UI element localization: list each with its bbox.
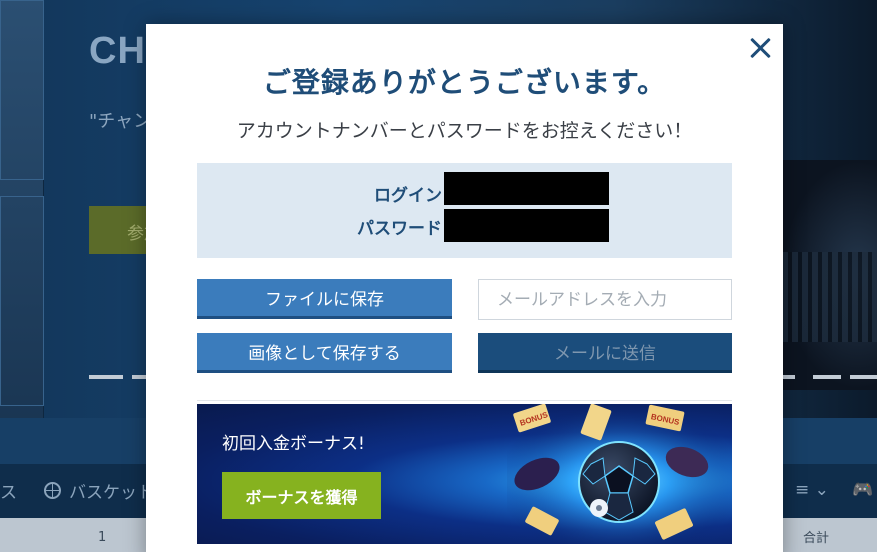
save-as-image-button[interactable]: 画像として保存する: [197, 333, 452, 373]
get-bonus-button[interactable]: ボーナスを獲得: [222, 472, 381, 519]
sports-nav-item-basketball[interactable]: バスケット: [44, 478, 154, 503]
login-value-redacted: [444, 172, 609, 205]
close-icon[interactable]: [748, 36, 772, 60]
gamepad-icon[interactable]: 🎮: [852, 480, 873, 500]
hero-side-frame-top: [0, 0, 44, 180]
slider-dot[interactable]: [89, 375, 123, 379]
hero-car-grille: [782, 252, 877, 342]
basketball-icon: [44, 482, 61, 499]
soccer-ball-illustration: BONUS BONUS: [507, 404, 732, 544]
send-email-button[interactable]: メールに送信: [478, 333, 732, 373]
divider: [197, 400, 732, 401]
slider-dot[interactable]: [813, 375, 841, 379]
password-value-redacted: [444, 209, 609, 242]
table-column-number: 1: [98, 530, 107, 545]
save-to-file-button[interactable]: ファイルに保存: [197, 279, 452, 319]
registration-complete-modal: ご登録ありがとうございます。 アカウントナンバーとパスワードをお控えください！ …: [146, 24, 783, 552]
email-input[interactable]: [478, 279, 732, 320]
hero-join-button[interactable]: 参加: [89, 206, 147, 254]
first-deposit-bonus-banner: 初回入金ボーナス! ボーナスを獲得 BONUS BONUS: [197, 404, 732, 544]
modal-title: ご登録ありがとうございます。: [262, 66, 667, 99]
slider-dot[interactable]: [783, 375, 795, 379]
sports-nav-item[interactable]: ス: [0, 478, 17, 503]
modal-subtitle: アカウントナンバーとパスワードをお控えください！: [236, 120, 693, 142]
password-label: パスワード: [357, 219, 442, 239]
slider-dot[interactable]: [850, 375, 877, 379]
slider-dot[interactable]: [132, 375, 146, 379]
login-label: ログイン: [374, 186, 442, 206]
hero-side-frame-bottom: [0, 196, 44, 406]
sports-nav-label: バスケット: [69, 483, 154, 503]
bonus-title: 初回入金ボーナス!: [222, 434, 365, 454]
hero-text: "チャンピオンズリーグ" レヴァンドフスキ: [89, 111, 149, 132]
table-column-total: 合計: [803, 531, 830, 546]
credentials-box: ログイン パスワード: [197, 163, 732, 258]
menu-icon[interactable]: ≡ ⌄: [795, 480, 829, 500]
